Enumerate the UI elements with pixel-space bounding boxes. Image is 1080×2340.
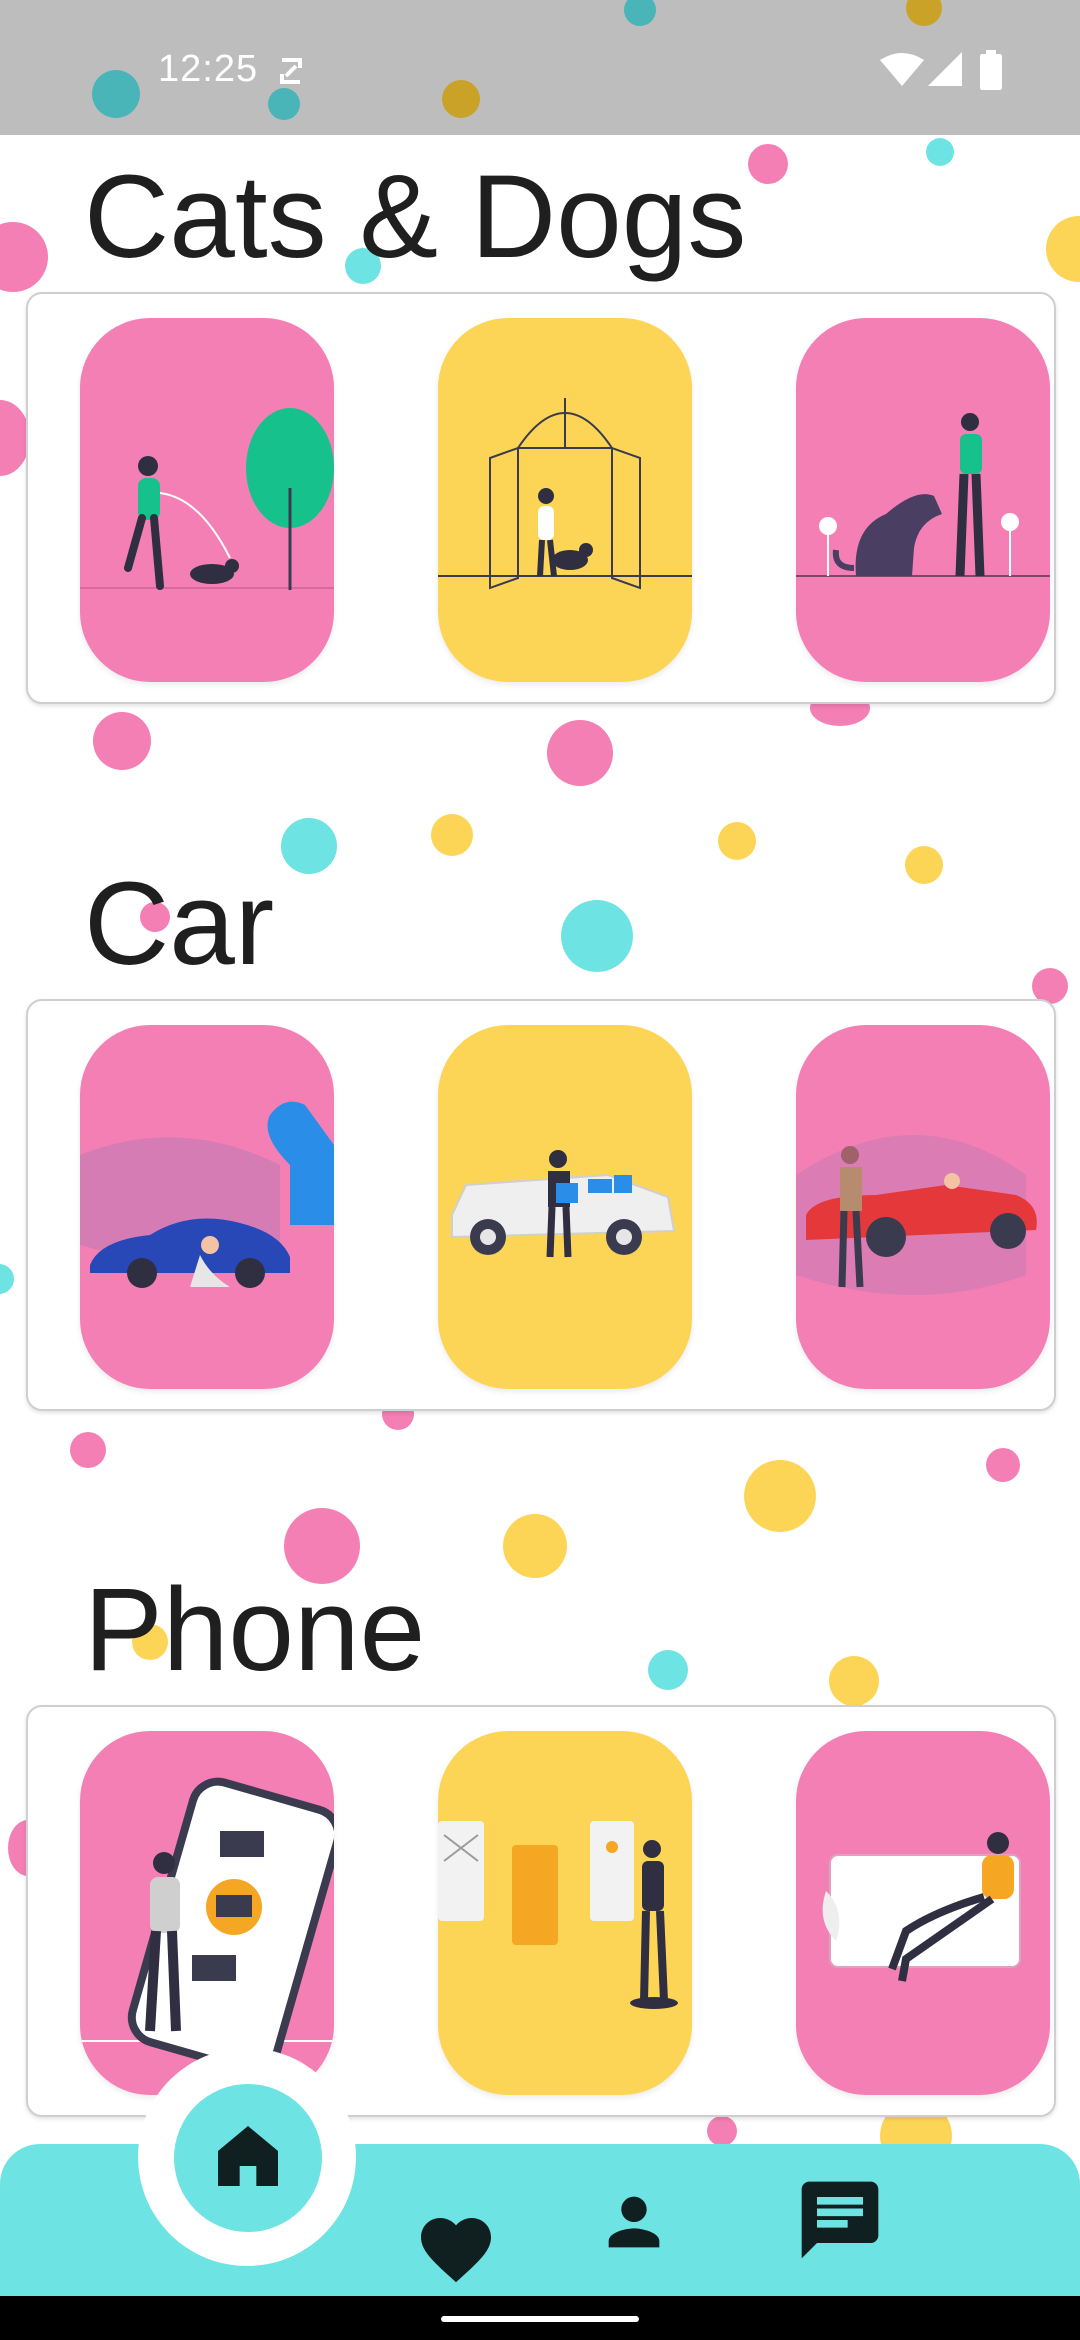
person-walking-dog-icon (80, 408, 334, 590)
home-icon (218, 2126, 278, 2186)
person-with-dog-at-door-icon (438, 398, 692, 590)
card-person-walking-dog[interactable] (80, 318, 334, 682)
nav-messages-button[interactable] (794, 2174, 886, 2266)
heart-icon (421, 2218, 491, 2283)
section-car (26, 999, 1056, 1411)
cellular-signal-icon (928, 52, 962, 86)
card-red-convertible-car[interactable] (796, 1025, 1050, 1389)
section-phone (26, 1705, 1056, 2117)
gesture-handle[interactable] (441, 2316, 639, 2322)
card-person-with-giant-phone[interactable] (80, 1731, 334, 2095)
nav-home-button[interactable] (174, 2084, 322, 2232)
section-title-car: Car (84, 858, 275, 990)
card-person-sitting-on-tablet[interactable] (796, 1731, 1050, 2095)
person-with-app-screens-icon (438, 1821, 678, 2009)
wifi-icon (880, 53, 924, 86)
section-title-cats-dogs: Cats & Dogs (84, 151, 747, 283)
nav-favorites-button[interactable] (414, 2206, 498, 2286)
battery-icon (980, 50, 1002, 90)
gesture-navigation-bar (0, 2296, 1080, 2340)
person-sitting-on-tablet-icon (822, 1832, 1021, 1982)
section-cats-dogs (26, 292, 1056, 704)
card-person-loading-white-car[interactable] (438, 1025, 692, 1389)
card-person-with-dog-at-door[interactable] (438, 318, 692, 682)
section-title-phone: Phone (84, 1564, 426, 1696)
red-convertible-car-icon (796, 1135, 1037, 1295)
chat-icon (801, 2181, 879, 2259)
card-person-petting-large-dog[interactable] (796, 318, 1050, 682)
person-loading-white-car-icon (451, 1150, 676, 1258)
card-person-fixing-blue-car[interactable] (80, 1025, 334, 1389)
card-person-with-app-screens[interactable] (438, 1731, 692, 2095)
status-time: 12:25 (158, 48, 259, 90)
person-icon (608, 2196, 660, 2248)
status-bar: 12:25 (0, 0, 1080, 135)
nav-profile-button[interactable] (596, 2184, 672, 2260)
sync-off-icon (280, 58, 302, 84)
person-petting-large-dog-icon (796, 413, 1050, 577)
person-fixing-blue-car-icon (80, 1101, 334, 1288)
person-with-giant-phone-icon (80, 1777, 334, 2075)
